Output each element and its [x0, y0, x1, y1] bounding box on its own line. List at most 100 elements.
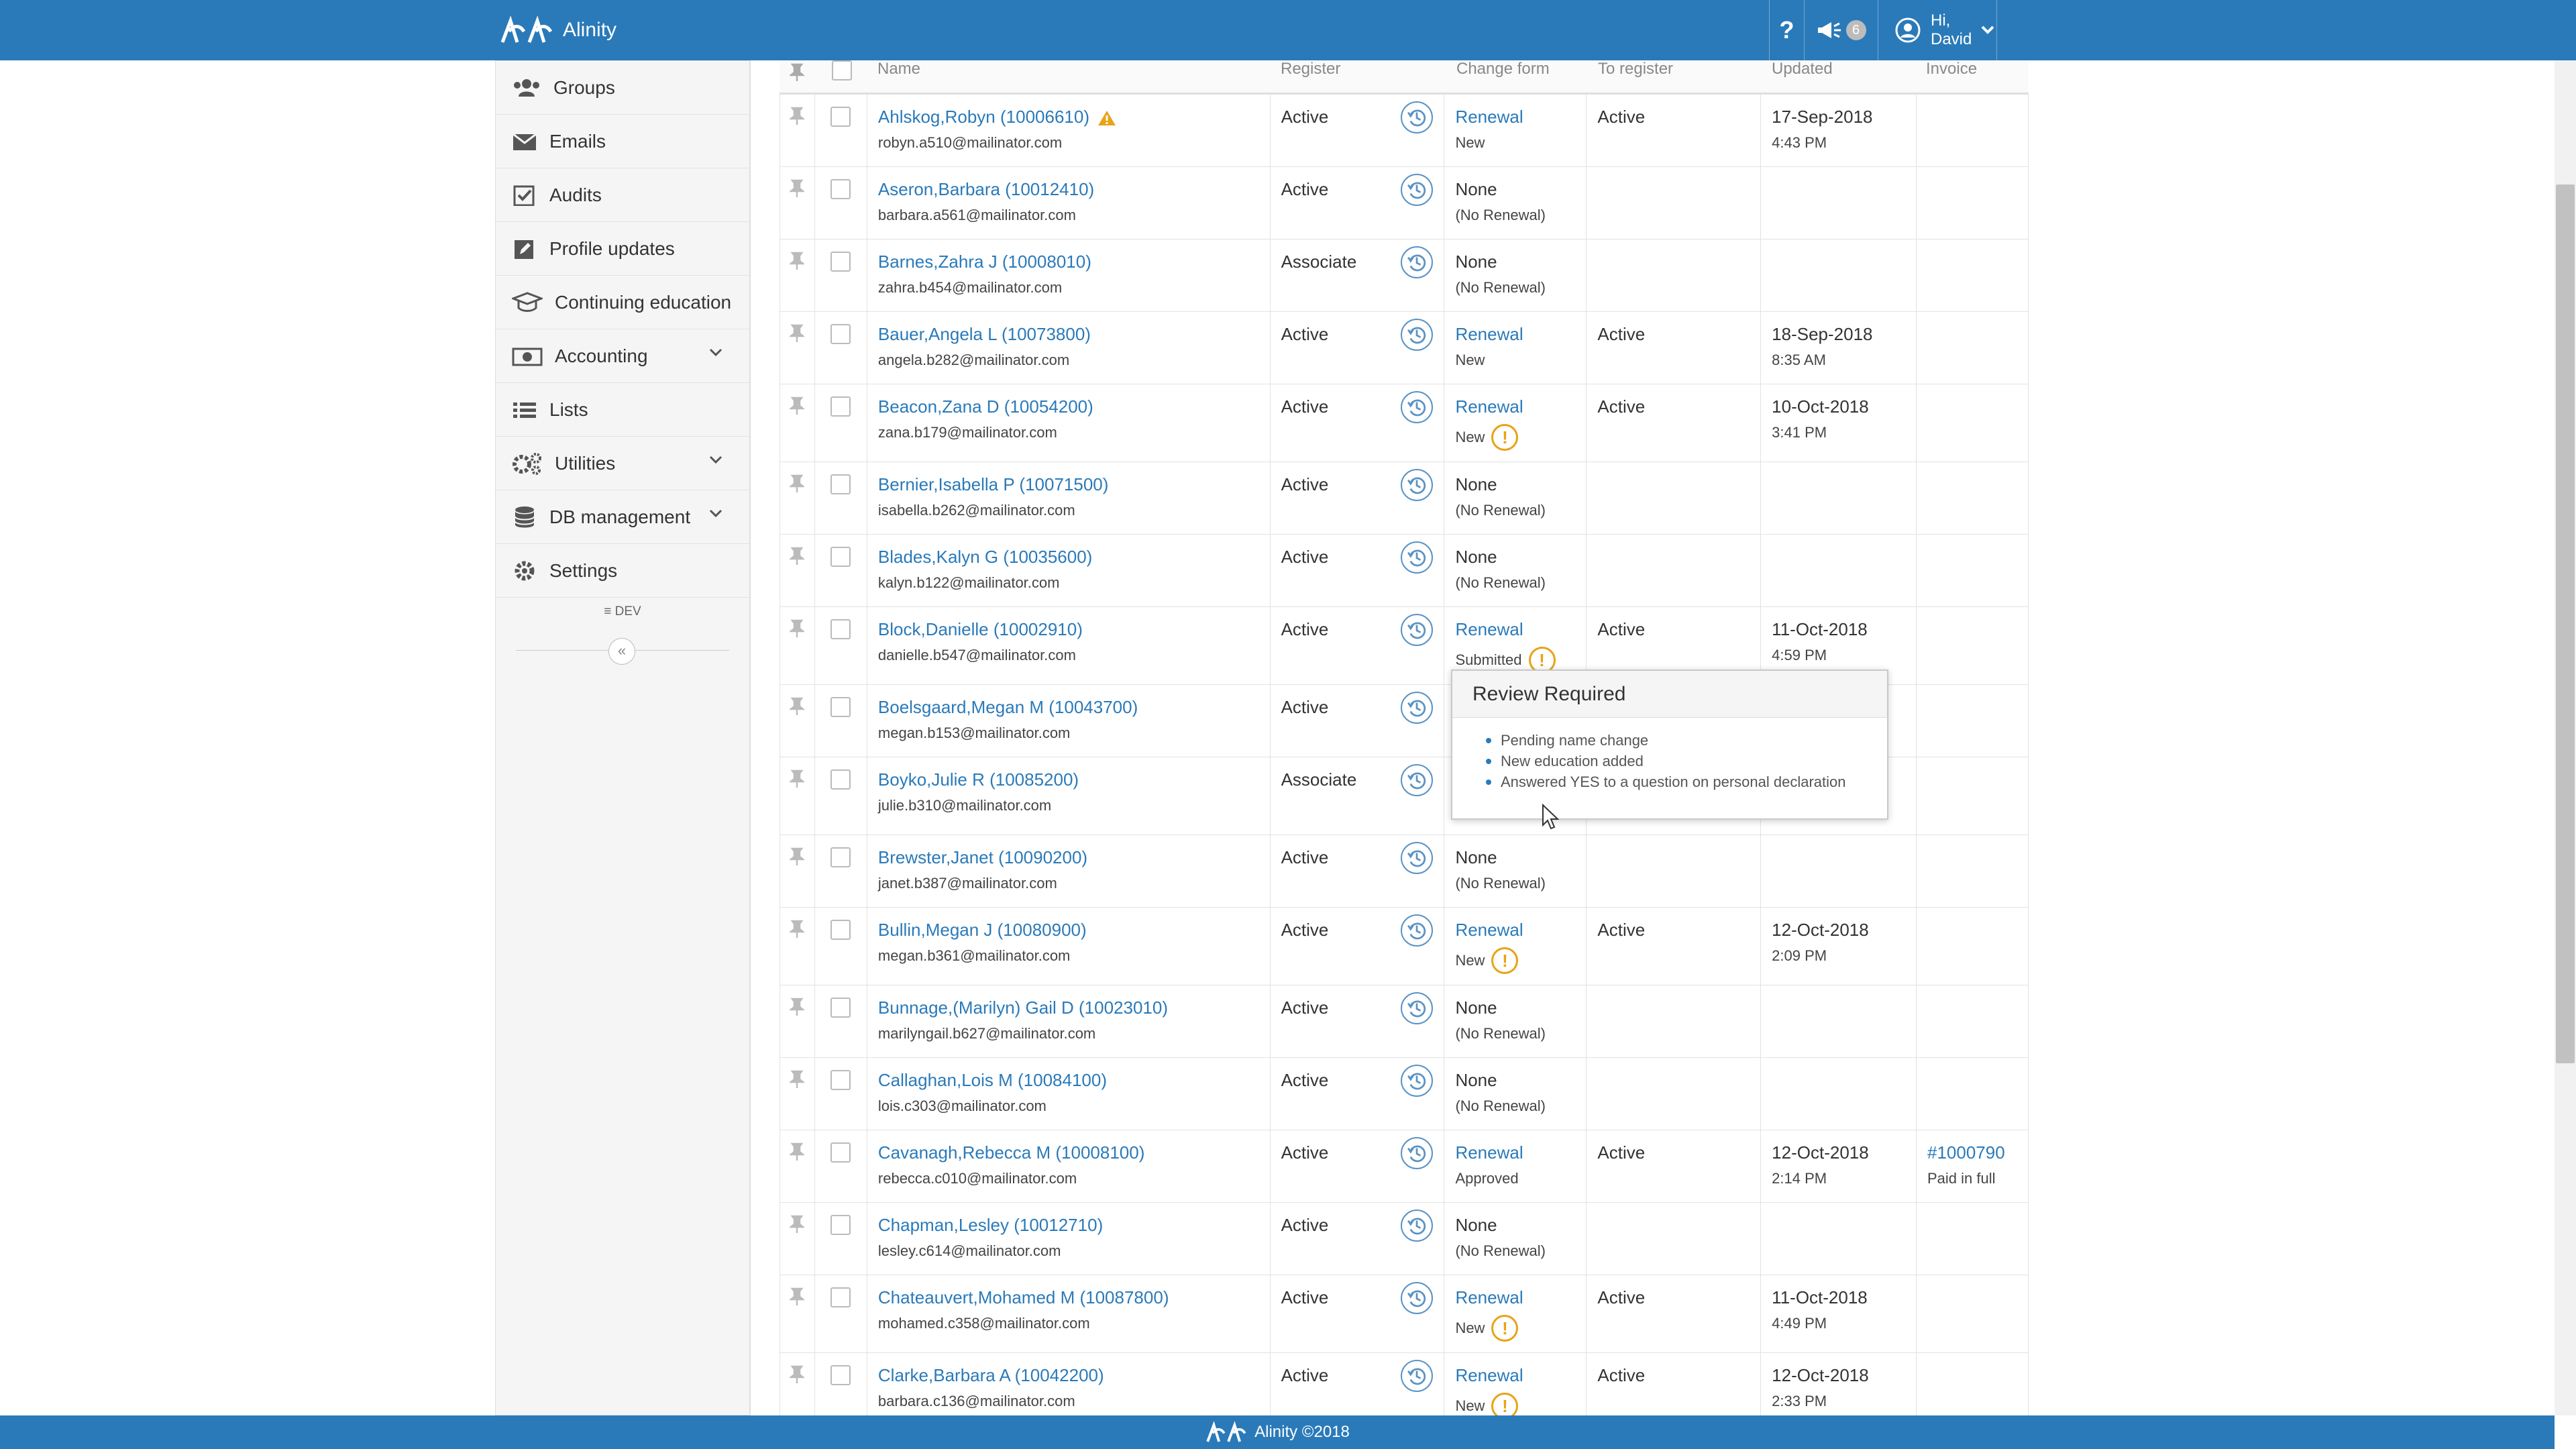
change-form-link[interactable]: Renewal — [1455, 107, 1586, 127]
change-form-link[interactable]: Renewal — [1455, 920, 1586, 941]
pin-icon[interactable] — [788, 396, 806, 415]
registrant-name-link[interactable]: Cavanagh,Rebecca M (10008100) — [878, 1142, 1144, 1163]
table-row[interactable]: Ahlskog,Robyn (10006610) robyn.a510@maili… — [780, 94, 2029, 167]
history-icon[interactable] — [1401, 842, 1434, 874]
row-checkbox[interactable] — [830, 1365, 851, 1385]
registrant-name-link[interactable]: Bernier,Isabella P (10071500) — [878, 474, 1109, 494]
row-checkbox[interactable] — [830, 107, 851, 127]
history-icon[interactable] — [1401, 1282, 1434, 1314]
row-checkbox[interactable] — [830, 252, 851, 272]
registrant-name-link[interactable]: Callaghan,Lois M (10084100) — [878, 1070, 1107, 1090]
sidebar-item-groups[interactable]: Groups — [496, 61, 749, 115]
table-row[interactable]: Clarke,Barbara A (10042200) barbara.c136@… — [780, 1352, 2029, 1420]
change-form-link[interactable]: Renewal — [1455, 324, 1586, 345]
table-row[interactable]: Chapman,Lesley (10012710) lesley.c614@mai… — [780, 1202, 2029, 1275]
pin-icon[interactable] — [788, 1287, 806, 1306]
history-icon[interactable] — [1401, 614, 1434, 646]
pin-icon[interactable] — [788, 474, 806, 493]
history-icon[interactable] — [1401, 174, 1434, 206]
row-checkbox[interactable] — [830, 998, 851, 1018]
brand-logo[interactable]: Alinity — [500, 0, 616, 60]
table-row[interactable]: Cavanagh,Rebecca M (10008100) rebecca.c01… — [780, 1130, 2029, 1203]
column-header-to-register[interactable]: To register — [1598, 60, 1673, 94]
sidebar-item-emails[interactable]: Emails — [496, 115, 749, 168]
pin-icon[interactable] — [788, 107, 806, 125]
row-checkbox[interactable] — [830, 697, 851, 717]
registrant-name-link[interactable]: Chapman,Lesley (10012710) — [878, 1215, 1103, 1235]
table-row[interactable]: Brewster,Janet (10090200) janet.b387@mail… — [780, 835, 2029, 908]
registrant-name-link[interactable]: Blades,Kalyn G (10035600) — [878, 547, 1092, 567]
row-checkbox[interactable] — [830, 1287, 851, 1307]
row-checkbox[interactable] — [830, 396, 851, 417]
pin-icon[interactable] — [788, 697, 806, 716]
sidebar-item-accounting[interactable]: Accounting — [496, 329, 749, 383]
registrant-name-link[interactable]: Bullin,Megan J (10080900) — [878, 920, 1087, 940]
registrant-name-link[interactable]: Ahlskog,Robyn (10006610) — [878, 107, 1089, 127]
table-row[interactable]: Beacon,Zana D (10054200) zana.b179@mailin… — [780, 384, 2029, 462]
registrant-name-link[interactable]: Block,Danielle (10002910) — [878, 619, 1083, 639]
help-button[interactable]: ? — [1769, 0, 1804, 60]
notifications-button[interactable]: 6 — [1804, 0, 1878, 60]
history-icon[interactable] — [1401, 246, 1434, 278]
registrant-name-link[interactable]: Boyko,Julie R (10085200) — [878, 769, 1079, 790]
pin-icon[interactable] — [788, 252, 806, 270]
row-checkbox[interactable] — [830, 179, 851, 199]
registrant-name-link[interactable]: Brewster,Janet (10090200) — [878, 847, 1087, 867]
pin-icon[interactable] — [788, 1142, 806, 1161]
sidebar-item-lists[interactable]: Lists — [496, 383, 749, 437]
history-icon[interactable] — [1401, 1065, 1434, 1097]
table-row[interactable]: Callaghan,Lois M (10084100) lois.c303@mai… — [780, 1057, 2029, 1130]
registrant-name-link[interactable]: Aseron,Barbara (10012410) — [878, 179, 1094, 199]
row-checkbox[interactable] — [830, 1142, 851, 1163]
registrant-name-link[interactable]: Bunnage,(Marilyn) Gail D (10023010) — [878, 998, 1168, 1018]
column-header-updated[interactable]: Updated — [1772, 60, 1833, 94]
table-row[interactable]: Blades,Kalyn G (10035600) kalyn.b122@mail… — [780, 534, 2029, 607]
change-form-link[interactable]: Renewal — [1455, 619, 1586, 640]
select-all-checkbox[interactable] — [832, 60, 852, 80]
row-checkbox[interactable] — [830, 619, 851, 639]
row-checkbox[interactable] — [830, 1215, 851, 1235]
invoice-link[interactable]: #1000790 — [1927, 1142, 2028, 1163]
history-icon[interactable] — [1401, 1210, 1434, 1242]
history-icon[interactable] — [1401, 101, 1434, 133]
registrant-name-link[interactable]: Barnes,Zahra J (10008010) — [878, 252, 1091, 272]
row-checkbox[interactable] — [830, 474, 851, 494]
change-form-link[interactable]: Renewal — [1455, 1287, 1586, 1308]
sidebar-item-db-management[interactable]: DB management — [496, 490, 749, 544]
sidebar-item-utilities[interactable]: Utilities — [496, 437, 749, 490]
pin-icon[interactable] — [788, 324, 806, 343]
history-icon[interactable] — [1401, 469, 1434, 501]
page-scrollbar-thumb[interactable] — [2556, 184, 2575, 1063]
table-row[interactable]: Bunnage,(Marilyn) Gail D (10023010) maril… — [780, 985, 2029, 1058]
row-checkbox[interactable] — [830, 769, 851, 790]
change-form-link[interactable]: Renewal — [1455, 396, 1586, 417]
column-header-invoice[interactable]: Invoice — [1926, 60, 1977, 94]
history-icon[interactable] — [1401, 914, 1434, 947]
sidebar-item-continuing-education[interactable]: Continuing education — [496, 276, 749, 329]
sidebar-item-audits[interactable]: Audits — [496, 168, 749, 222]
table-row[interactable]: Bauer,Angela L (10073800) angela.b282@mai… — [780, 311, 2029, 384]
review-required-icon[interactable]: ! — [1491, 947, 1519, 974]
pin-icon[interactable] — [788, 998, 806, 1016]
pin-icon[interactable] — [788, 179, 806, 198]
table-row[interactable]: Chateauvert,Mohamed M (10087800) mohamed.… — [780, 1275, 2029, 1353]
row-checkbox[interactable] — [830, 847, 851, 867]
history-icon[interactable] — [1401, 692, 1434, 724]
column-header-register[interactable]: Register — [1281, 60, 1340, 94]
collapse-sidebar-button[interactable]: « — [608, 638, 635, 665]
column-header-name[interactable]: Name — [877, 60, 920, 94]
pin-icon[interactable] — [788, 1215, 806, 1234]
sidebar-item-profile-updates[interactable]: Profile updates — [496, 222, 749, 276]
registrant-name-link[interactable]: Bauer,Angela L (10073800) — [878, 324, 1091, 344]
pin-icon[interactable] — [788, 920, 806, 938]
history-icon[interactable] — [1401, 1360, 1434, 1392]
table-row[interactable]: Aseron,Barbara (10012410) barbara.a561@ma… — [780, 166, 2029, 239]
row-checkbox[interactable] — [830, 547, 851, 567]
review-required-icon[interactable]: ! — [1491, 424, 1519, 451]
registrant-name-link[interactable]: Boelsgaard,Megan M (10043700) — [878, 697, 1138, 717]
change-form-link[interactable]: Renewal — [1455, 1142, 1586, 1163]
sidebar-item-settings[interactable]: Settings — [496, 544, 749, 598]
history-icon[interactable] — [1401, 541, 1434, 574]
table-row[interactable]: Bullin,Megan J (10080900) megan.b361@mail… — [780, 907, 2029, 985]
pin-icon[interactable] — [788, 619, 806, 638]
